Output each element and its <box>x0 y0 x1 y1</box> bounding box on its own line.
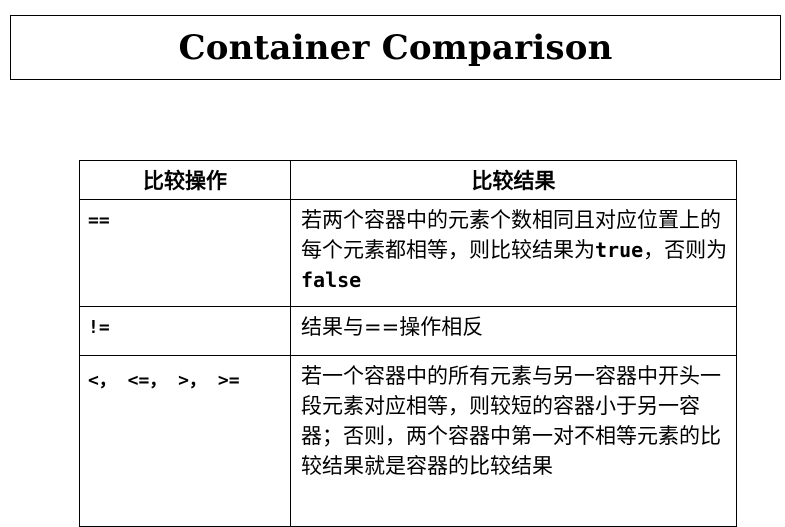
page-title: Container Comparison <box>178 27 613 68</box>
result-text: 若一个容器中的所有元素与另一容器中开头一段元素对应相等，则较短的容器小于另一容器… <box>301 364 721 478</box>
result-text: 结果与==操作相反 <box>301 315 484 339</box>
operator-cell: <， <=， >， >= <box>79 355 291 527</box>
header-operation: 比较操作 <box>79 160 291 200</box>
operator-cell: == <box>79 199 291 307</box>
result-keyword-false: false <box>301 268 362 292</box>
table-row: <， <=， >， >= 若一个容器中的所有元素与另一容器中开头一段元素对应相等… <box>79 355 737 527</box>
title-box: Container Comparison <box>10 15 781 80</box>
header-result: 比较结果 <box>290 160 737 200</box>
result-keyword-true: true <box>595 238 644 262</box>
operator-cell: != <box>79 306 291 356</box>
result-cell: 结果与==操作相反 <box>290 306 737 356</box>
comparison-table: 比较操作 比较结果 == 若两个容器中的元素个数相同且对应位置上的每个元素都相等… <box>79 160 737 527</box>
table-row: != 结果与==操作相反 <box>79 306 737 356</box>
table-header-row: 比较操作 比较结果 <box>79 160 737 200</box>
result-text: ，否则为 <box>643 238 728 262</box>
table-row: == 若两个容器中的元素个数相同且对应位置上的每个元素都相等，则比较结果为tru… <box>79 199 737 307</box>
result-cell: 若两个容器中的元素个数相同且对应位置上的每个元素都相等，则比较结果为true，否… <box>290 199 737 307</box>
result-cell: 若一个容器中的所有元素与另一容器中开头一段元素对应相等，则较短的容器小于另一容器… <box>290 355 737 527</box>
